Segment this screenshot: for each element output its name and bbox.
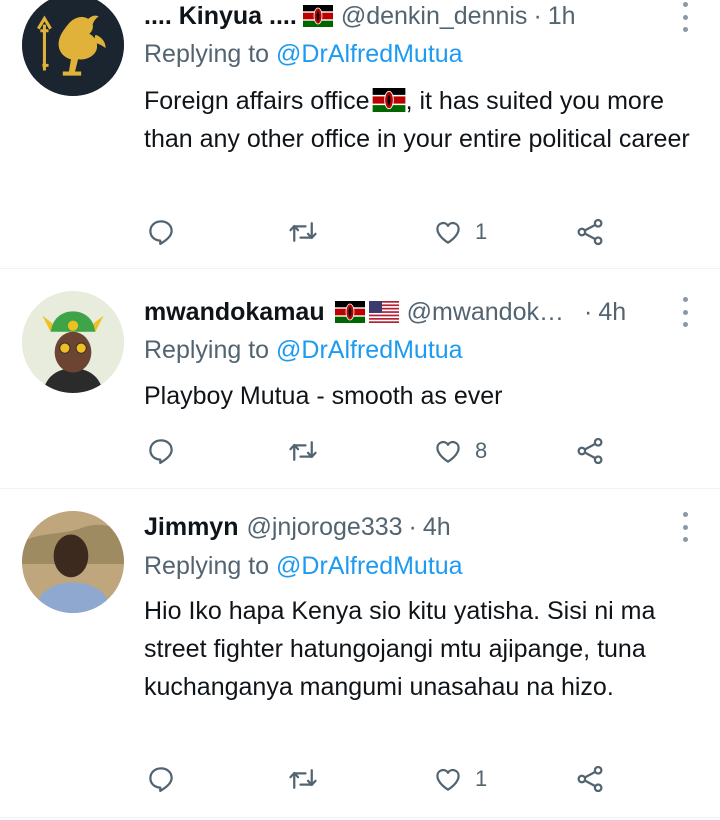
separator-dot: · [408,512,417,541]
mention-link[interactable]: @DrAlfredMutua [276,552,463,580]
replying-to: Replying to @DrAlfredMutua [144,552,463,581]
tweet-text: Playboy Mutua - smooth as ever [144,382,503,410]
share-button[interactable] [575,212,605,252]
share-button[interactable] [575,431,605,471]
like-count: 1 [475,219,488,244]
share-icon [575,436,605,466]
more-options-button[interactable] [680,512,690,542]
mention-link[interactable]: @DrAlfredMutua [276,40,463,68]
like-button[interactable]: 8 [433,431,487,471]
tweet[interactable]: .... Kinyua .... @denkin_dennis · 1h Rep… [0,0,720,268]
mention-link[interactable]: @DrAlfredMutua [276,336,463,364]
retweet-button[interactable] [288,431,318,471]
separator-dot: · [583,297,593,326]
avatar[interactable] [22,0,124,96]
replying-to: Replying to @DrAlfredMutua [144,40,463,69]
retweet-button[interactable] [288,759,318,799]
tweet[interactable]: Jimmyn @jnjoroge333 · 4h Replying to @Dr… [0,489,720,820]
replying-label: Replying to [144,40,277,68]
like-button[interactable]: 1 [433,212,487,252]
like-count: 8 [475,438,488,463]
usa-flag-icon [369,301,399,323]
user-handle[interactable]: @denkin_dennis [341,2,528,31]
reply-button[interactable] [146,431,176,471]
more-icon [682,512,688,517]
rooster-logo-icon [22,0,124,96]
tweet-text-part: Foreign affairs office [144,87,370,115]
like-button[interactable]: 1 [433,759,487,799]
more-options-button[interactable] [680,297,690,327]
more-icon [682,297,688,302]
timestamp[interactable]: 4h [598,298,626,327]
like-icon [433,436,463,466]
share-button[interactable] [575,759,605,799]
reply-icon [146,764,176,794]
share-icon [575,217,605,247]
display-name[interactable]: Jimmyn [144,513,238,542]
separator-dot: · [533,1,542,30]
display-name[interactable]: mwandokamau [144,298,325,327]
user-handle[interactable]: @jnjoroge333 [246,513,402,542]
reply-button[interactable] [146,212,176,252]
timestamp[interactable]: 4h [423,513,451,542]
profile-photo [22,291,124,393]
kenya-flag-icon [335,301,365,323]
like-icon [433,217,463,247]
profile-photo [22,511,124,613]
user-handle[interactable]: @mwandok… [407,298,564,327]
divider [0,817,720,818]
retweet-icon [288,217,318,247]
more-icon [682,2,688,7]
retweet-icon [288,436,318,466]
tweet-text: Foreign affairs office, it has suited yo… [144,82,704,158]
like-count: 1 [475,766,488,791]
timestamp[interactable]: 1h [548,2,576,31]
reply-icon [146,436,176,466]
share-icon [575,764,605,794]
replying-label: Replying to [144,336,277,364]
replying-label: Replying to [144,552,277,580]
retweet-icon [288,764,318,794]
like-icon [433,764,463,794]
tweet[interactable]: mwandokamau @mwandok… · 4h Replying to @… [0,269,720,487]
display-name[interactable]: .... Kinyua .... [144,2,297,31]
retweet-button[interactable] [288,212,318,252]
kenya-flag-icon [303,5,333,27]
avatar[interactable] [22,291,124,393]
kenya-flag-icon [372,88,406,112]
tweet-text: Hio Iko hapa Kenya sio kitu yatisha. Sis… [144,597,656,701]
reply-button[interactable] [146,759,176,799]
avatar[interactable] [22,511,124,613]
reply-icon [146,217,176,247]
more-options-button[interactable] [680,2,690,32]
replying-to: Replying to @DrAlfredMutua [144,336,463,365]
